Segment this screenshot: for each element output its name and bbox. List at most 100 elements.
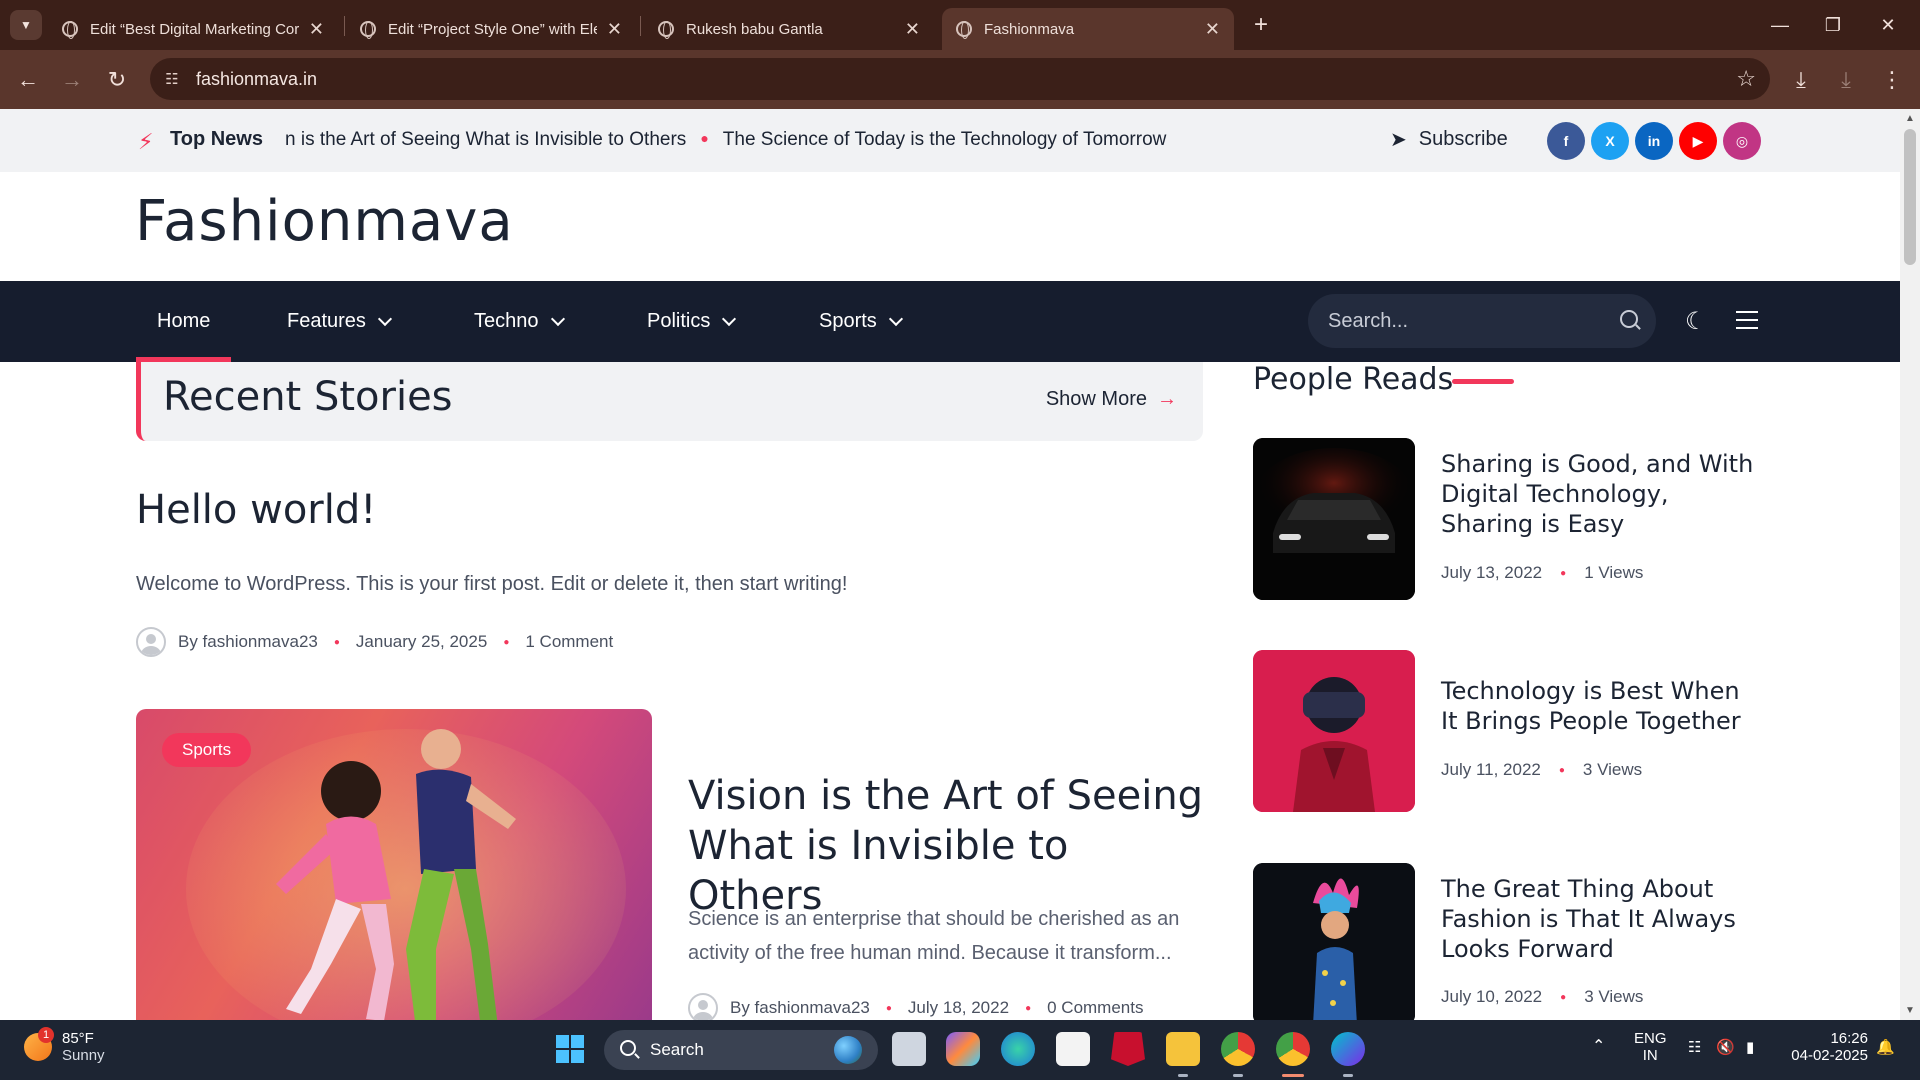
tab-edit-project[interactable]: Edit “Project Style One” with Ele ✕ — [346, 8, 636, 50]
people-reads-item-title[interactable]: Technology is Best When It Brings People… — [1441, 676, 1761, 736]
globe-icon — [360, 21, 376, 39]
scroll-down-arrow-icon[interactable]: ▼ — [1905, 1005, 1915, 1016]
reload-button[interactable]: ↻ — [101, 64, 133, 96]
post-featured-image[interactable]: Sports — [136, 709, 652, 1020]
extension-icon[interactable]: ⤓ — [1830, 64, 1862, 96]
scrollbar-thumb[interactable] — [1904, 129, 1916, 265]
post-title[interactable]: Hello world! — [136, 487, 376, 533]
post-title[interactable]: Vision is the Art of Seeing What is Invi… — [688, 771, 1208, 921]
chrome-icon[interactable] — [1276, 1032, 1310, 1066]
address-bar[interactable]: ☷ fashionmava.in ☆ — [150, 58, 1770, 100]
wifi-icon[interactable]: ☷ — [1688, 1038, 1701, 1056]
people-reads-thumbnail[interactable] — [1253, 650, 1415, 812]
tray-overflow-chevron-icon[interactable]: ⌃ — [1592, 1036, 1605, 1056]
nav-item-techno[interactable]: Techno — [474, 281, 565, 362]
weather-widget[interactable]: 1 85°F Sunny — [24, 1027, 105, 1064]
page-scrollbar[interactable]: ▲ ▼ — [1900, 109, 1920, 1020]
tab-title: Edit “Project Style One” with Ele — [388, 20, 597, 38]
carnival-dancer-thumbnail — [1253, 863, 1415, 1020]
forward-button[interactable]: → — [56, 64, 88, 96]
running-indicator — [1343, 1074, 1353, 1077]
download-icon[interactable]: ⤓ — [1785, 64, 1817, 96]
search-icon[interactable] — [1620, 310, 1638, 328]
people-reads-thumbnail[interactable] — [1253, 863, 1415, 1020]
browser-menu-icon[interactable]: ⋮ — [1876, 64, 1908, 96]
nav-item-features[interactable]: Features — [287, 281, 393, 362]
clock-time: 16:26 — [1830, 1030, 1868, 1047]
x-twitter-icon[interactable]: X — [1591, 122, 1629, 160]
url-text[interactable]: fashionmava.in — [196, 69, 317, 90]
close-tab-icon[interactable]: ✕ — [607, 19, 622, 40]
subscribe-button[interactable]: ➤ Subscribe — [1390, 127, 1508, 152]
nav-item-label: Politics — [647, 310, 711, 332]
volume-muted-icon[interactable]: 🔇 — [1716, 1038, 1735, 1056]
car-thumbnail — [1253, 438, 1415, 600]
edge-icon[interactable] — [1001, 1032, 1035, 1066]
chrome-profile-icon[interactable] — [1221, 1032, 1255, 1066]
weather-desc: Sunny — [62, 1047, 105, 1064]
youtube-icon[interactable]: ▶ — [1679, 122, 1717, 160]
hamburger-menu-icon[interactable] — [1736, 311, 1758, 329]
post-author[interactable]: By fashionmava23 — [178, 632, 318, 652]
nav-item-politics[interactable]: Politics — [647, 281, 737, 362]
arrow-right-icon: → — [1157, 388, 1177, 410]
globe-icon — [834, 1036, 862, 1064]
input-language[interactable]: ENG IN — [1634, 1030, 1667, 1064]
mcafee-icon[interactable] — [1111, 1032, 1145, 1066]
windows-start-icon[interactable] — [553, 1032, 587, 1066]
item-date: July 11, 2022 — [1441, 760, 1541, 779]
ticker-headline[interactable]: n is the Art of Seeing What is Invisible… — [285, 129, 686, 151]
item-views: 1 Views — [1584, 563, 1644, 582]
search-input[interactable] — [1328, 307, 1608, 335]
recent-stories-header: Recent Stories Show More → — [136, 362, 1203, 441]
instagram-icon[interactable]: ◎ — [1723, 122, 1761, 160]
nav-item-sports[interactable]: Sports — [819, 281, 903, 362]
battery-icon[interactable]: ▮ — [1746, 1038, 1754, 1056]
notification-bell-icon[interactable]: 🔔 — [1876, 1038, 1895, 1056]
chevron-down-icon — [550, 311, 565, 326]
tab-edit-marketing[interactable]: Edit “Best Digital Marketing Cor ✕ — [48, 8, 338, 50]
lightning-icon: ⚡ — [138, 129, 154, 154]
microsoft-store-icon[interactable] — [1056, 1032, 1090, 1066]
new-tab-button[interactable]: + — [1246, 10, 1276, 40]
dark-mode-toggle-icon[interactable]: ☾ — [1685, 307, 1707, 336]
item-date: July 13, 2022 — [1441, 563, 1543, 582]
people-reads-thumbnail[interactable] — [1253, 438, 1415, 600]
show-more-link[interactable]: Show More → — [1046, 388, 1177, 411]
minimize-button[interactable]: — — [1760, 10, 1800, 40]
vr-headset-thumbnail — [1253, 650, 1415, 812]
main-navigation: Home Features Techno Politics Sports ☾ — [0, 281, 1900, 362]
post-date[interactable]: July 18, 2022 — [908, 998, 1009, 1018]
nav-item-home[interactable]: Home — [157, 281, 210, 362]
back-button[interactable]: ← — [12, 64, 44, 96]
site-settings-icon[interactable]: ☷ — [162, 69, 182, 89]
close-tab-icon[interactable]: ✕ — [1205, 19, 1220, 40]
clock[interactable]: 16:26 04-02-2025 — [1788, 1030, 1868, 1064]
scroll-up-arrow-icon[interactable]: ▲ — [1905, 113, 1915, 124]
file-explorer-icon[interactable] — [1166, 1032, 1200, 1066]
restore-button[interactable]: ❐ — [1813, 10, 1853, 40]
clock-date: 04-02-2025 — [1791, 1047, 1868, 1064]
linkedin-icon[interactable]: in — [1635, 122, 1673, 160]
tab-rukesh[interactable]: Rukesh babu Gantla ✕ — [644, 8, 934, 50]
post-author[interactable]: By fashionmava23 — [730, 998, 870, 1018]
task-view-icon[interactable] — [892, 1032, 926, 1066]
category-badge[interactable]: Sports — [162, 733, 252, 767]
bookmark-star-icon[interactable]: ☆ — [1736, 66, 1756, 92]
people-reads-item-title[interactable]: Sharing is Good, and With Digital Techno… — [1441, 449, 1761, 539]
ticker-headline[interactable]: The Science of Today is the Technology o… — [723, 129, 1167, 151]
post-date[interactable]: January 25, 2025 — [356, 632, 487, 652]
copilot-icon[interactable] — [946, 1032, 980, 1066]
taskbar-search[interactable]: Search — [604, 1030, 878, 1070]
tab-fashionmava[interactable]: Fashionmava ✕ — [942, 8, 1234, 50]
people-reads-item-title[interactable]: The Great Thing About Fashion is That It… — [1441, 874, 1761, 964]
close-tab-icon[interactable]: ✕ — [309, 19, 324, 40]
site-logo[interactable]: Fashionmava — [135, 189, 514, 254]
canva-icon[interactable] — [1331, 1032, 1365, 1066]
tab-search-menu-button[interactable]: ▼ — [10, 10, 42, 40]
post-comments[interactable]: 0 Comments — [1047, 998, 1143, 1018]
facebook-icon[interactable]: f — [1547, 122, 1585, 160]
post-comments[interactable]: 1 Comment — [525, 632, 613, 652]
close-tab-icon[interactable]: ✕ — [905, 19, 920, 40]
close-window-button[interactable]: ✕ — [1868, 10, 1908, 40]
